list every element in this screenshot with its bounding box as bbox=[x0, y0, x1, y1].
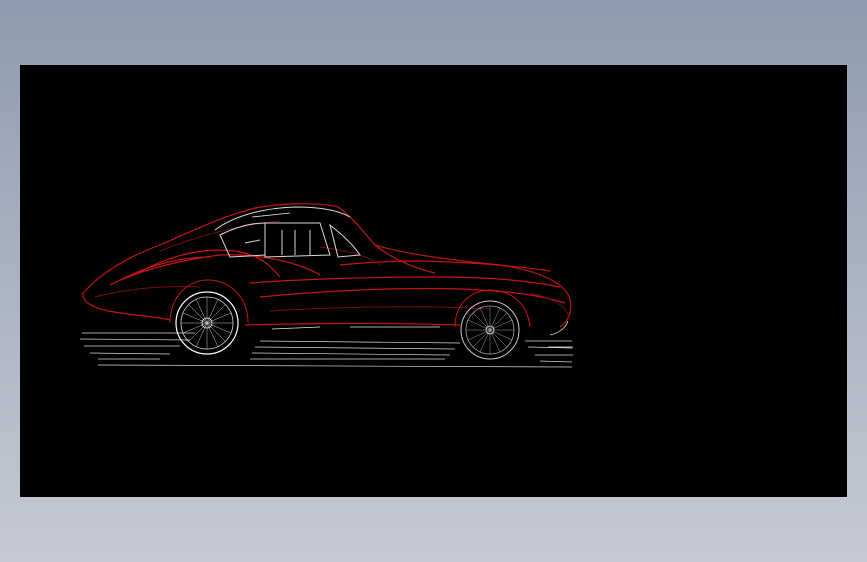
front-wheel bbox=[454, 289, 531, 360]
car-wireframe-drawing bbox=[79, 203, 573, 368]
model-canvas[interactable] bbox=[20, 65, 847, 497]
car-body-shading bbox=[94, 220, 569, 316]
rear-wheel bbox=[169, 279, 249, 355]
model-viewport[interactable] bbox=[0, 0, 867, 562]
